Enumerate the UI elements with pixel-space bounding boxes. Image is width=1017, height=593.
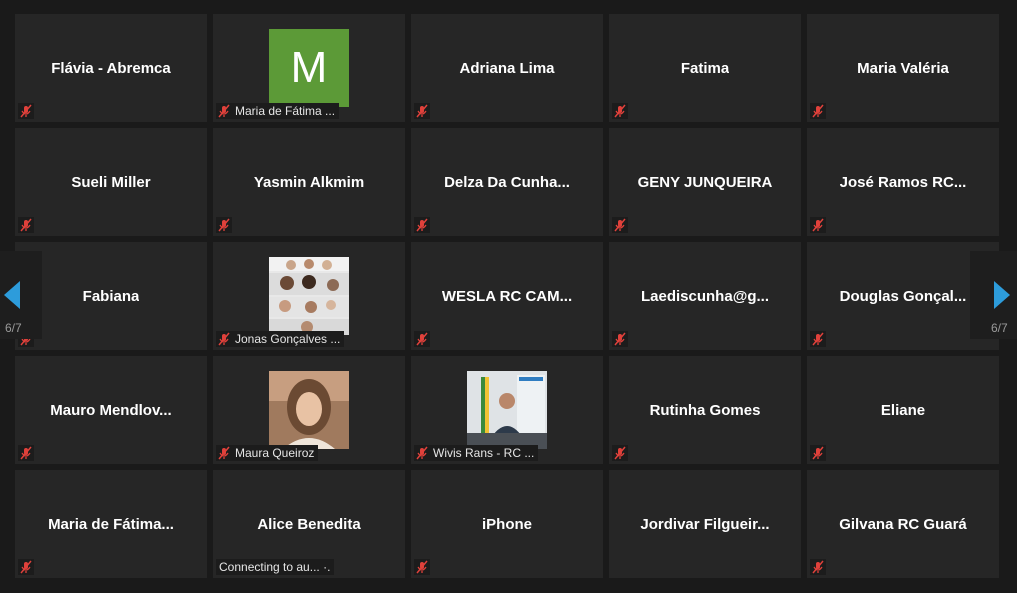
participant-name: Maria Valéria <box>857 59 949 77</box>
page-indicator: 6/7 <box>991 321 1008 335</box>
participant-name: WESLA RC CAM... <box>441 287 573 305</box>
participant-name: Yasmin Alkmim <box>253 173 365 191</box>
arrow-left-icon <box>4 281 20 309</box>
muted-mic-icon <box>810 559 826 575</box>
participant-tile[interactable]: Maria Valéria <box>807 14 999 122</box>
caption-name: Maria de Fátima ... <box>235 104 336 118</box>
arrow-right-icon <box>994 281 1010 309</box>
participant-tile[interactable]: Delza Da Cunha... <box>411 128 603 236</box>
muted-mic-icon <box>810 103 826 119</box>
muted-mic-icon <box>810 331 826 347</box>
muted-mic-icon <box>18 103 34 119</box>
participant-name: Rutinha Gomes <box>649 401 761 419</box>
muted-mic-icon <box>216 217 232 233</box>
participant-name: Mauro Mendlov... <box>50 401 172 419</box>
participant-name: Maria de Fátima... <box>48 515 174 533</box>
muted-mic-icon <box>414 331 430 347</box>
participant-tile[interactable]: Flávia - Abremca <box>15 14 207 122</box>
participant-tile[interactable]: GENY JUNQUEIRA <box>609 128 801 236</box>
muted-mic-icon <box>18 445 34 461</box>
muted-mic-icon <box>218 446 230 460</box>
participant-tile[interactable]: Adriana Lima <box>411 14 603 122</box>
participant-tile[interactable]: Yasmin Alkmim <box>213 128 405 236</box>
name-caption: Wivis Rans - RC ... <box>414 445 539 461</box>
participant-name: Eliane <box>880 401 926 419</box>
video-feed-woman <box>269 371 349 449</box>
participant-name: Sueli Miller <box>71 173 151 191</box>
video-gallery: Flávia - Abremca M Maria de Fátima ... A… <box>0 0 1017 593</box>
participant-tile[interactable]: Maria de Fátima... <box>15 470 207 578</box>
caption-name: Maura Queiroz <box>235 446 315 460</box>
next-page-button[interactable]: 6/7 <box>970 251 1017 339</box>
name-caption: Maria de Fátima ... <box>216 103 340 119</box>
status-text: Connecting to au... ·. <box>219 560 331 574</box>
participant-tile[interactable]: Eliane <box>807 356 999 464</box>
muted-mic-icon <box>612 445 628 461</box>
muted-mic-icon <box>18 559 34 575</box>
participant-name: Flávia - Abremca <box>51 59 171 77</box>
muted-mic-icon <box>810 217 826 233</box>
participant-name: Fatima <box>680 59 730 77</box>
participant-name: Gilvana RC Guará <box>839 515 967 533</box>
connecting-status: Connecting to au... ·. <box>216 559 335 575</box>
participant-tile[interactable]: Sueli Miller <box>15 128 207 236</box>
participant-tile[interactable]: Jonas Gonçalves ... <box>213 242 405 350</box>
participant-tile[interactable]: Wivis Rans - RC ... <box>411 356 603 464</box>
muted-mic-icon <box>810 445 826 461</box>
muted-mic-icon <box>414 217 430 233</box>
name-caption: Jonas Gonçalves ... <box>216 331 345 347</box>
muted-mic-icon <box>612 331 628 347</box>
page-indicator: 6/7 <box>5 321 22 335</box>
participant-tile[interactable]: Gilvana RC Guará <box>807 470 999 578</box>
muted-mic-icon <box>218 332 230 346</box>
video-feed-office <box>467 371 547 449</box>
participant-name: Laediscunha@g... <box>641 287 769 305</box>
participant-tile[interactable]: Fatima <box>609 14 801 122</box>
participant-tile[interactable]: Jordivar Filgueir... <box>609 470 801 578</box>
participant-tile[interactable]: iPhone <box>411 470 603 578</box>
participant-tile[interactable]: Alice Benedita Connecting to au... ·. <box>213 470 405 578</box>
video-feed-collage <box>269 257 349 335</box>
participant-tile[interactable]: M Maria de Fátima ... <box>213 14 405 122</box>
participant-tile[interactable]: Laediscunha@g... <box>609 242 801 350</box>
participant-tile[interactable]: WESLA RC CAM... <box>411 242 603 350</box>
muted-mic-icon <box>218 104 230 118</box>
participant-name: José Ramos RC... <box>839 173 967 191</box>
muted-mic-icon <box>612 103 628 119</box>
participant-name: GENY JUNQUEIRA <box>637 173 773 191</box>
participant-tile[interactable]: Fabiana <box>15 242 207 350</box>
name-caption: Maura Queiroz <box>216 445 319 461</box>
muted-mic-icon <box>414 559 430 575</box>
participant-tile[interactable]: Mauro Mendlov... <box>15 356 207 464</box>
participant-tile[interactable]: José Ramos RC... <box>807 128 999 236</box>
muted-mic-icon <box>18 217 34 233</box>
avatar: M <box>269 29 349 107</box>
muted-mic-icon <box>416 446 428 460</box>
participant-name: Jordivar Filgueir... <box>640 515 770 533</box>
participant-name: Fabiana <box>82 287 140 305</box>
caption-name: Wivis Rans - RC ... <box>433 446 535 460</box>
participant-name: Douglas Gonçal... <box>839 287 967 305</box>
participant-tile[interactable]: Maura Queiroz <box>213 356 405 464</box>
participant-name: iPhone <box>481 515 532 533</box>
participant-tile[interactable]: Rutinha Gomes <box>609 356 801 464</box>
muted-mic-icon <box>414 103 430 119</box>
muted-mic-icon <box>612 217 628 233</box>
participant-name: Adriana Lima <box>459 59 555 77</box>
participant-name: Delza Da Cunha... <box>444 173 570 191</box>
previous-page-button[interactable]: 6/7 <box>0 251 42 339</box>
caption-name: Jonas Gonçalves ... <box>235 332 341 346</box>
